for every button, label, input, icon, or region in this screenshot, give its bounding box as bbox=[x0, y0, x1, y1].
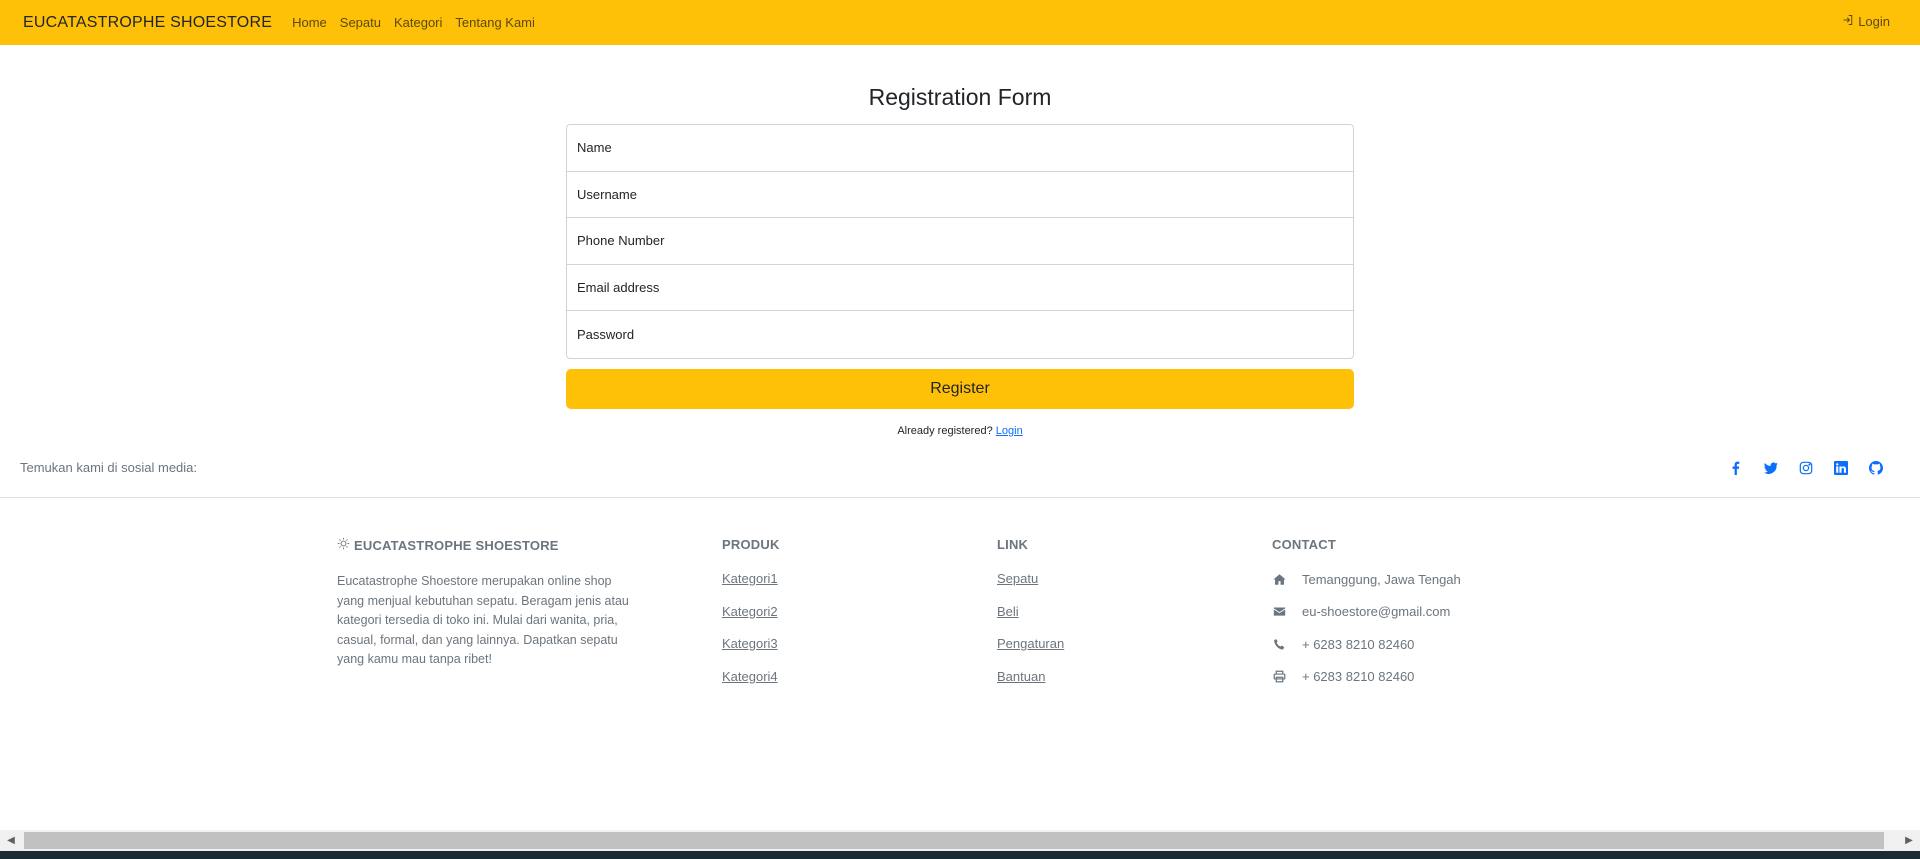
contact-email: eu-shoestore@gmail.com bbox=[1272, 604, 1461, 621]
contact-phone-text: + 6283 8210 82460 bbox=[1302, 636, 1415, 652]
footer-link-beli[interactable]: Beli bbox=[997, 604, 1064, 621]
taskbar-edge bbox=[0, 851, 1920, 859]
username-field-wrapper bbox=[567, 172, 1353, 219]
footer-link-heading: LINK bbox=[997, 537, 1029, 552]
form-title: Registration Form bbox=[868, 84, 1052, 110]
footer-link-kategori4[interactable]: Kategori4 bbox=[722, 669, 780, 686]
contact-email-text: eu-shoestore@gmail.com bbox=[1302, 604, 1451, 620]
phone-icon bbox=[1272, 637, 1286, 651]
password-field-wrapper bbox=[567, 311, 1353, 358]
scrollbar-thumb[interactable] bbox=[24, 832, 1884, 849]
phone-number-input[interactable] bbox=[577, 233, 1353, 249]
footer-about-text: Eucatastrophe Shoestore merupakan online… bbox=[337, 574, 629, 666]
email-input[interactable] bbox=[577, 280, 1353, 296]
register-button[interactable]: Register bbox=[566, 369, 1354, 409]
nav-login-link[interactable]: Login bbox=[1842, 14, 1890, 29]
contact-address-text: Temanggung, Jawa Tengah bbox=[1302, 571, 1461, 587]
username-input[interactable] bbox=[577, 186, 1353, 202]
registration-form bbox=[566, 124, 1354, 359]
github-icon[interactable] bbox=[1867, 459, 1884, 476]
footer-produk-column: PRODUK Kategori1 Kategori2 Kategori3 Kat… bbox=[722, 537, 780, 685]
footer-produk-heading: PRODUK bbox=[722, 537, 780, 552]
footer-link-bantuan[interactable]: Bantuan bbox=[997, 669, 1064, 686]
footer-link-sepatu[interactable]: Sepatu bbox=[997, 571, 1064, 588]
nav-link-sepatu[interactable]: Sepatu bbox=[340, 15, 381, 30]
footer-brand: EUCATASTROPHE SHOESTORE bbox=[354, 537, 559, 553]
footer-link-kategori1[interactable]: Kategori1 bbox=[722, 571, 780, 588]
already-registered-text: Already registered? bbox=[897, 425, 993, 437]
footer-link-kategori3[interactable]: Kategori3 bbox=[722, 636, 780, 653]
name-field-wrapper bbox=[567, 125, 1353, 172]
nav-link-tentang-kami[interactable]: Tentang Kami bbox=[455, 15, 535, 30]
home-icon bbox=[1272, 572, 1286, 586]
nav-login-label: Login bbox=[1858, 14, 1890, 29]
footer-link-pengaturan[interactable]: Pengaturan bbox=[997, 636, 1064, 653]
nav-link-home[interactable]: Home bbox=[292, 15, 327, 30]
printer-icon bbox=[1272, 670, 1286, 684]
navbar: EUCATASTROPHE SHOESTORE Home Sepatu Kate… bbox=[0, 0, 1920, 45]
footer-contact-column: CONTACT Temanggung, Jawa Tengah eu-shoes… bbox=[1272, 537, 1461, 685]
linkedin-icon[interactable] bbox=[1832, 459, 1849, 476]
password-input[interactable] bbox=[577, 327, 1353, 343]
footer-contact-heading: CONTACT bbox=[1272, 537, 1336, 552]
scroll-left-arrow-icon[interactable]: ◀ bbox=[0, 830, 22, 851]
email-field-wrapper bbox=[567, 265, 1353, 312]
envelope-icon bbox=[1272, 605, 1286, 619]
social-strip: Temukan kami di sosial media: bbox=[0, 452, 1920, 498]
login-link[interactable]: Login bbox=[996, 425, 1023, 437]
facebook-icon[interactable] bbox=[1727, 459, 1744, 476]
contact-fax-text: + 6283 8210 82460 bbox=[1302, 669, 1415, 685]
gem-icon bbox=[337, 537, 350, 553]
instagram-icon[interactable] bbox=[1797, 459, 1814, 476]
contact-address: Temanggung, Jawa Tengah bbox=[1272, 571, 1461, 588]
name-input[interactable] bbox=[577, 140, 1353, 156]
footer-about-column: EUCATASTROPHE SHOESTORE Eucatastrophe Sh… bbox=[337, 537, 637, 670]
twitter-icon[interactable] bbox=[1762, 459, 1779, 476]
footer-link-column: LINK Sepatu Beli Pengaturan Bantuan bbox=[997, 537, 1064, 685]
footer-link-kategori2[interactable]: Kategori2 bbox=[722, 604, 780, 621]
nav-links: Home Sepatu Kategori Tentang Kami bbox=[292, 15, 535, 30]
phone-field-wrapper bbox=[567, 218, 1353, 265]
navbar-brand[interactable]: EUCATASTROPHE SHOESTORE bbox=[23, 14, 272, 32]
login-icon bbox=[1842, 14, 1854, 29]
horizontal-scrollbar[interactable]: ◀ ▶ bbox=[0, 830, 1920, 851]
nav-link-kategori[interactable]: Kategori bbox=[394, 15, 442, 30]
already-registered: Already registered? Login bbox=[0, 425, 1920, 437]
footer-brand-heading: EUCATASTROPHE SHOESTORE bbox=[337, 537, 637, 553]
social-icons bbox=[1727, 459, 1884, 476]
contact-phone: + 6283 8210 82460 bbox=[1272, 636, 1461, 653]
social-text: Temukan kami di sosial media: bbox=[20, 460, 198, 475]
scroll-right-arrow-icon[interactable]: ▶ bbox=[1898, 830, 1920, 851]
contact-fax: + 6283 8210 82460 bbox=[1272, 669, 1461, 686]
